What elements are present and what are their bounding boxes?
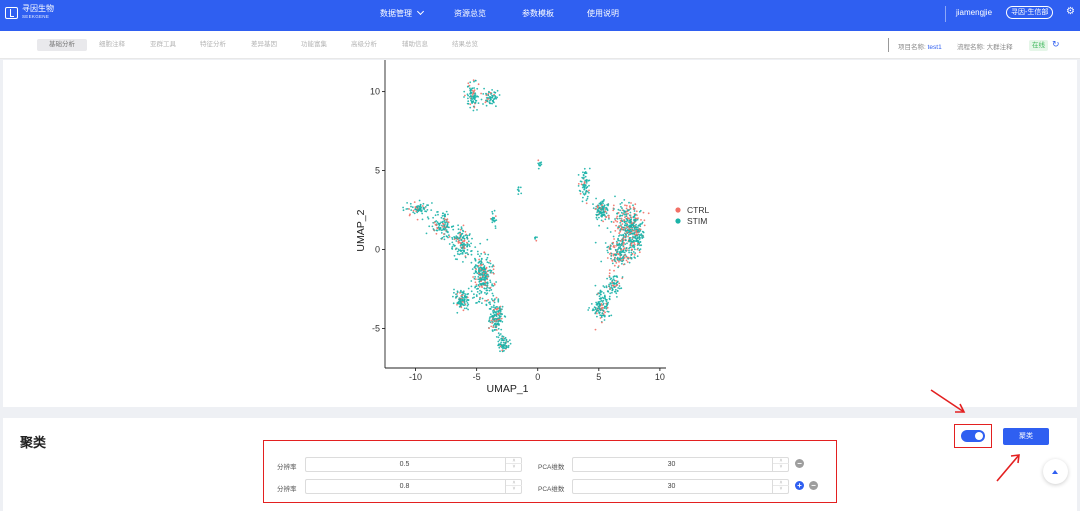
annotation-arrows — [930, 389, 1020, 482]
arrow-icon — [930, 389, 966, 413]
arrow-icon — [996, 454, 1020, 482]
